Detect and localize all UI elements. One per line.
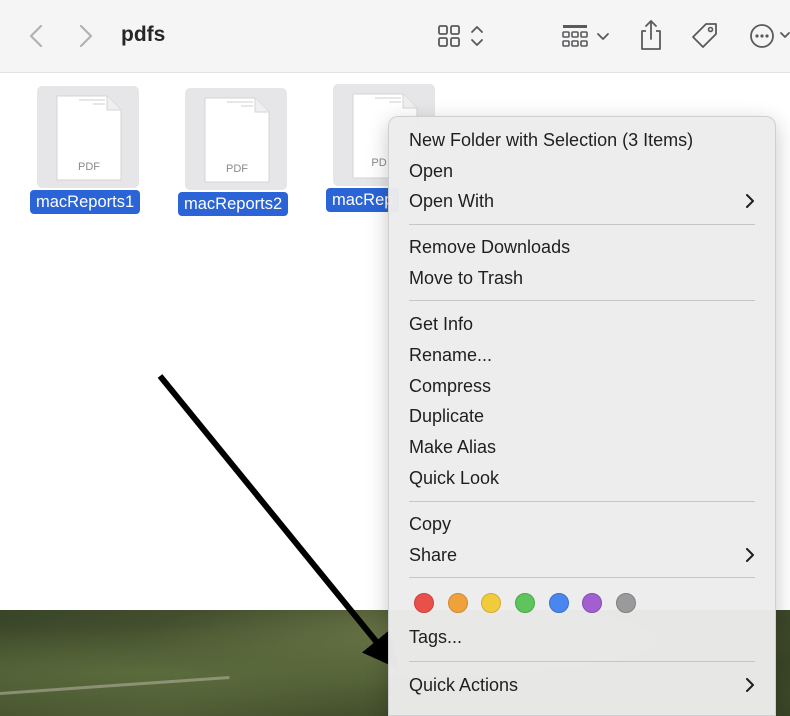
menu-item-quick-look[interactable]: Quick Look xyxy=(409,464,763,492)
ellipsis-circle-icon xyxy=(750,24,790,48)
menu-item-label: Tags... xyxy=(409,627,463,647)
back-button[interactable] xyxy=(22,20,50,52)
menu-item-label: Share xyxy=(409,545,458,565)
menu-item-label: Get Info xyxy=(409,314,474,334)
chevron-left-icon xyxy=(29,24,43,48)
finder-toolbar: pdfs xyxy=(0,0,790,73)
tag-color-gray[interactable] xyxy=(616,593,636,613)
menu-separator xyxy=(409,661,755,662)
menu-item-duplicate[interactable]: Duplicate xyxy=(409,402,763,430)
forward-button[interactable] xyxy=(72,20,100,52)
menu-separator xyxy=(409,501,755,502)
share-button[interactable] xyxy=(636,18,666,52)
file-thumb-text: PDF xyxy=(78,161,100,173)
file-thumbnail[interactable]: PDF xyxy=(37,86,139,188)
pdf-document-icon: PDF xyxy=(204,97,270,183)
menu-item-label: Remove Downloads xyxy=(409,237,571,257)
menu-item-label: Duplicate xyxy=(409,406,485,426)
menu-item-label: Rename... xyxy=(409,345,493,365)
menu-item-label: New Folder with Selection (3 Items) xyxy=(409,130,694,150)
menu-item-tags[interactable]: Tags... xyxy=(409,623,763,651)
menu-item-label: Move to Trash xyxy=(409,268,524,288)
menu-item-label: Quick Actions xyxy=(409,675,519,695)
window-title: pdfs xyxy=(121,23,166,46)
menu-item-remove-downloads[interactable]: Remove Downloads xyxy=(409,233,763,261)
tag-color-red[interactable] xyxy=(414,593,434,613)
file-name-label[interactable]: macReports2 xyxy=(178,192,289,216)
chevron-right-icon xyxy=(746,194,754,208)
view-mode-button[interactable] xyxy=(434,20,490,52)
file-name-label[interactable]: macReports1 xyxy=(30,190,141,214)
menu-item-label: Copy xyxy=(409,514,452,534)
menu-item-compress[interactable]: Compress xyxy=(409,372,763,400)
file-thumbnail[interactable]: PDF xyxy=(185,88,287,190)
chevron-right-icon xyxy=(79,24,93,48)
menu-item-move-to-trash[interactable]: Move to Trash xyxy=(409,264,763,292)
menu-item-make-alias[interactable]: Make Alias xyxy=(409,433,763,461)
context-menu: New Folder with Selection (3 Items) Open… xyxy=(388,116,776,716)
menu-item-new-folder-with-selection[interactable]: New Folder with Selection (3 Items) xyxy=(409,126,763,154)
menu-item-copy[interactable]: Copy xyxy=(409,510,763,538)
menu-item-open[interactable]: Open xyxy=(409,157,763,185)
tag-icon xyxy=(692,23,717,48)
tag-color-purple[interactable] xyxy=(582,593,602,613)
menu-item-quick-actions[interactable]: Quick Actions xyxy=(409,671,763,699)
tag-button[interactable] xyxy=(688,20,722,52)
group-by-icon xyxy=(562,25,609,47)
menu-separator xyxy=(409,300,755,301)
group-by-button[interactable] xyxy=(556,20,614,52)
file-thumb-text: PD xyxy=(371,157,386,169)
menu-item-rename[interactable]: Rename... xyxy=(409,341,763,369)
menu-separator xyxy=(409,577,755,578)
menu-item-get-info[interactable]: Get Info xyxy=(409,310,763,338)
menu-item-label: Open xyxy=(409,161,454,181)
menu-item-label: Quick Look xyxy=(409,468,500,488)
chevron-right-icon xyxy=(746,548,754,562)
tag-color-green[interactable] xyxy=(515,593,535,613)
menu-item-share[interactable]: Share xyxy=(409,541,763,569)
tag-color-blue[interactable] xyxy=(549,593,569,613)
file-thumb-text: PDF xyxy=(226,163,248,175)
pdf-document-icon: PDF xyxy=(56,95,122,181)
menu-item-label: Make Alias xyxy=(409,437,497,457)
menu-item-open-with[interactable]: Open With xyxy=(409,187,763,215)
tag-color-orange[interactable] xyxy=(448,593,468,613)
icon-grid-view-icon xyxy=(438,25,483,47)
menu-item-label: Open With xyxy=(409,191,495,211)
tag-color-yellow[interactable] xyxy=(481,593,501,613)
share-icon xyxy=(641,20,661,50)
menu-item-label: Compress xyxy=(409,376,492,396)
more-actions-button[interactable] xyxy=(745,20,790,52)
chevron-right-icon xyxy=(746,678,754,692)
menu-separator xyxy=(409,224,755,225)
